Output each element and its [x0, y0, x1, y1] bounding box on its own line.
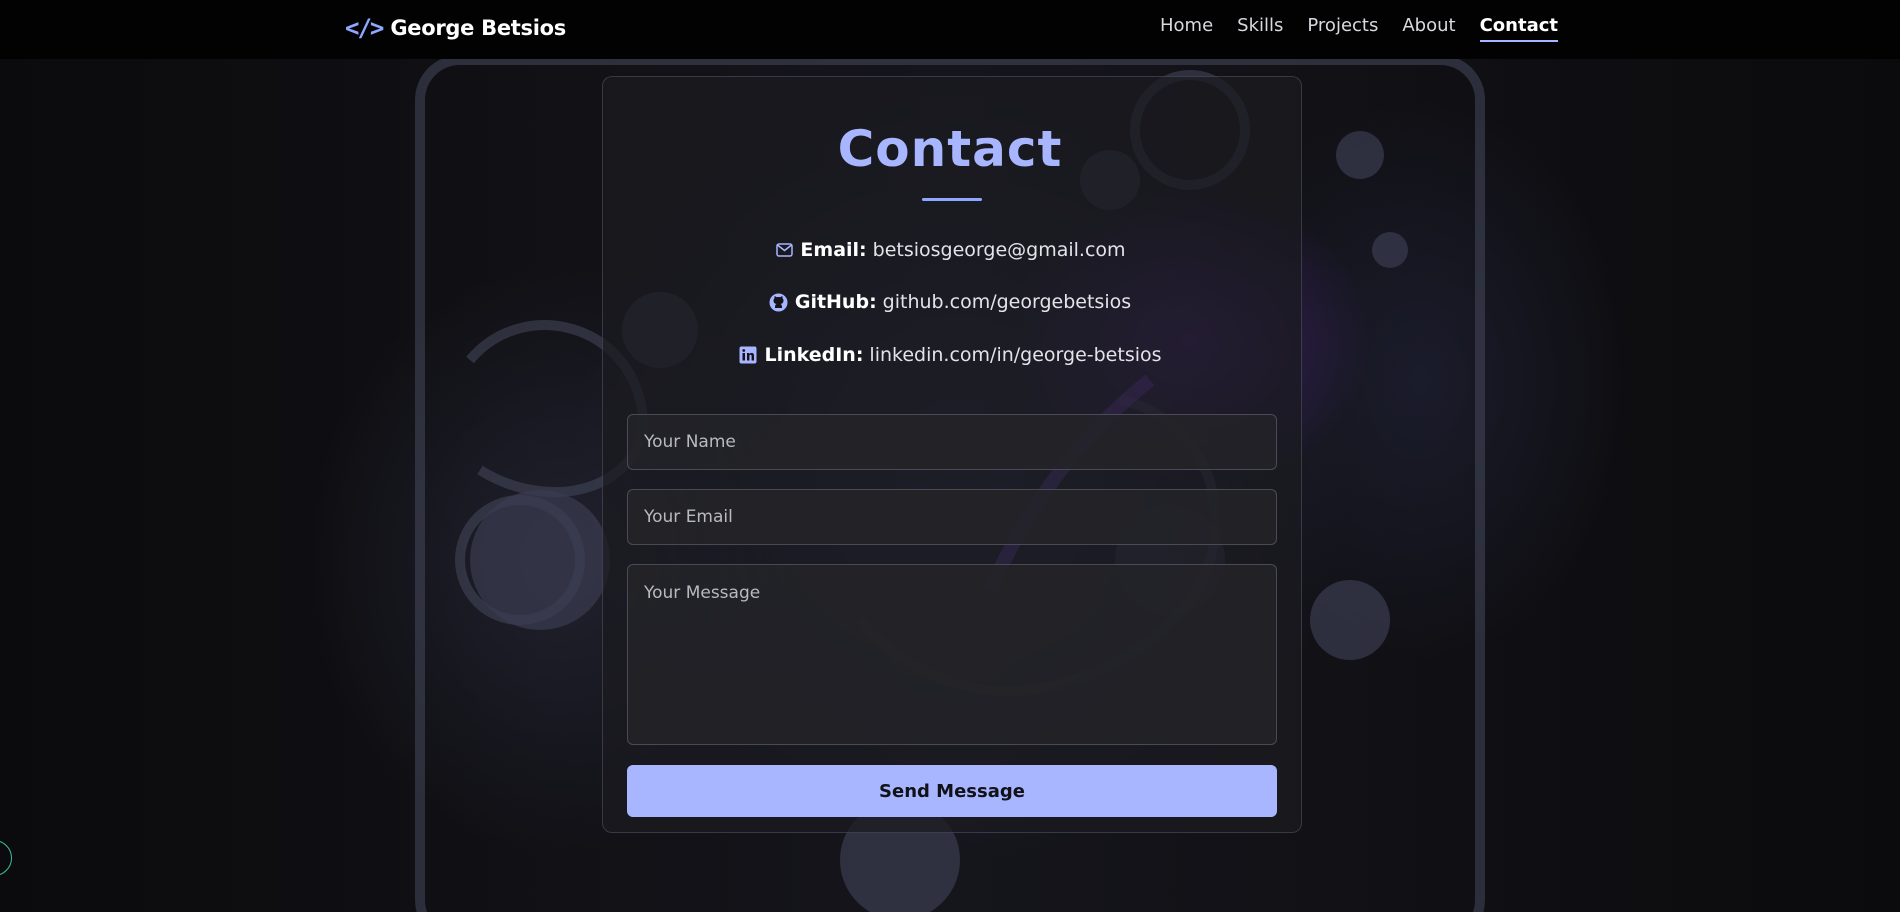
linkedin-label: LinkedIn: — [764, 344, 864, 366]
contact-linkedin-row: LinkedIn: linkedin.com/in/george-betsios — [0, 344, 1900, 366]
email-input[interactable] — [627, 489, 1277, 545]
message-textarea[interactable] — [627, 564, 1277, 745]
send-message-button[interactable]: Send Message — [627, 765, 1277, 817]
github-icon — [769, 292, 789, 312]
contact-github-row: GitHub: github.com/georgebetsios — [0, 291, 1900, 313]
nav-link-about[interactable]: About — [1402, 15, 1455, 42]
contact-email-row: Email: betsiosgeorge@gmail.com — [0, 239, 1900, 261]
nav-link-skills[interactable]: Skills — [1237, 15, 1283, 42]
nav-link-contact[interactable]: Contact — [1479, 15, 1559, 42]
page-title: Contact — [837, 120, 1063, 178]
linkedin-link[interactable]: linkedin.com/in/george-betsios — [869, 344, 1161, 366]
nav-link-home[interactable]: Home — [1160, 15, 1213, 42]
brand-name: George Betsios — [390, 16, 566, 40]
name-input[interactable] — [627, 414, 1277, 470]
linkedin-icon — [738, 345, 758, 365]
nav-links: Home Skills Projects About Contact — [1160, 15, 1559, 42]
code-brackets-icon: </> — [345, 14, 384, 42]
email-link[interactable]: betsiosgeorge@gmail.com — [873, 239, 1126, 261]
top-navbar: </> George Betsios Home Skills Projects … — [0, 0, 1900, 59]
email-label: Email: — [800, 239, 867, 261]
brand-logo[interactable]: </> George Betsios — [345, 14, 566, 42]
nav-link-projects[interactable]: Projects — [1307, 15, 1378, 42]
github-label: GitHub: — [794, 291, 877, 313]
github-link[interactable]: github.com/georgebetsios — [883, 291, 1131, 313]
mail-icon — [774, 240, 794, 260]
title-underline — [922, 198, 982, 201]
